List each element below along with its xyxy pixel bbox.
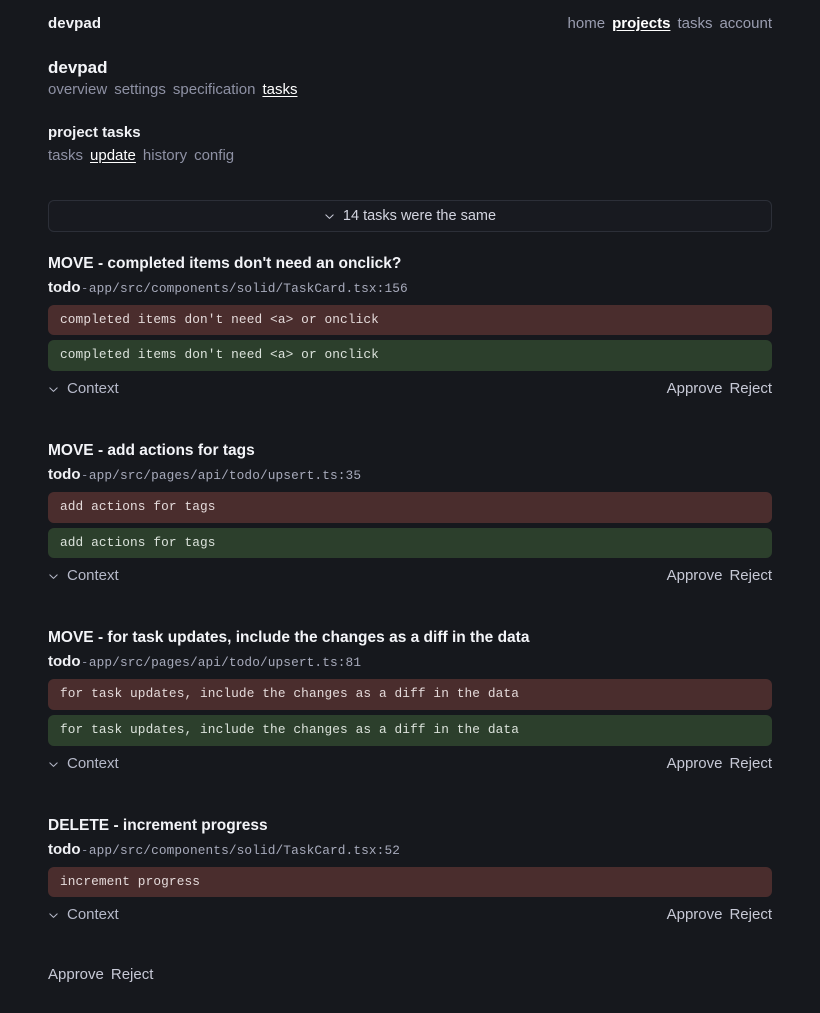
task-meta: todo - app/src/pages/api/todo/upsert.ts:81 <box>48 651 772 672</box>
diff-line-removed: increment progress <box>48 866 772 898</box>
page-actions: Approve Reject <box>48 966 772 1013</box>
reject-button[interactable]: Reject <box>729 380 772 397</box>
section-header: project tasks tasks update history confi… <box>48 123 772 164</box>
tab-update[interactable]: update <box>90 147 136 164</box>
approve-button[interactable]: Approve <box>667 380 723 397</box>
page-root: devpad home projects tasks account devpa… <box>0 0 820 1013</box>
approve-reject-group: Approve Reject <box>667 380 772 397</box>
same-tasks-banner[interactable]: 14 tasks were the same <box>48 199 772 232</box>
tab-tasks[interactable]: tasks <box>48 147 83 164</box>
diff-line-removed: for task updates, include the changes as… <box>48 679 772 711</box>
topnav-item-tasks[interactable]: tasks <box>677 15 712 32</box>
context-toggle[interactable]: Context <box>48 906 119 923</box>
reject-button[interactable]: Reject <box>729 567 772 584</box>
chevron-down-icon <box>48 384 59 395</box>
task-card-actions: Context Approve Reject <box>48 380 772 397</box>
topnav-item-account[interactable]: account <box>719 15 772 32</box>
context-toggle[interactable]: Context <box>48 380 119 397</box>
task-card: DELETE - increment progress todo - app/src… <box>48 816 772 946</box>
chevron-down-icon <box>48 571 59 582</box>
approve-reject-group: Approve Reject <box>667 567 772 584</box>
task-meta-separator: - <box>82 467 87 482</box>
section-tabs: tasks update history config <box>48 147 772 164</box>
approve-button[interactable]: Approve <box>667 567 723 584</box>
task-meta-separator: - <box>82 841 87 857</box>
task-meta: todo - app/src/components/solid/TaskCard.t… <box>48 277 772 298</box>
task-card: MOVE - completed items don't need an onc… <box>48 254 772 419</box>
tab-config[interactable]: config <box>194 147 234 164</box>
reject-button[interactable]: Reject <box>729 755 772 772</box>
top-nav: home projects tasks account <box>568 15 772 32</box>
task-title: MOVE - completed items don't need an onc… <box>48 254 402 272</box>
subnav-item-overview[interactable]: overview <box>48 81 107 98</box>
approve-reject-group: Approve Reject <box>667 755 772 772</box>
task-list: MOVE - completed items don't need an onc… <box>48 254 772 946</box>
reject-button[interactable]: Reject <box>729 906 772 923</box>
diff-line-removed: add actions for tags <box>48 492 772 523</box>
project-header: devpad overview settings specification t… <box>48 57 772 98</box>
task-diff-list: for task updates, include the changes as… <box>48 679 772 746</box>
task-card: MOVE - for task updates, include the cha… <box>48 628 772 793</box>
approve-all-button[interactable]: Approve <box>48 966 104 983</box>
task-tag: todo <box>48 653 81 671</box>
task-path: app/src/pages/api/todo/upsert.ts:35 <box>88 468 362 483</box>
task-path: app/src/components/solid/TaskCard.tsx:52 <box>88 842 401 858</box>
context-toggle-label: Context <box>67 567 119 585</box>
subnav-item-settings[interactable]: settings <box>114 81 166 98</box>
task-tag: todo <box>48 466 81 483</box>
task-path: app/src/components/solid/TaskCard.tsx:15… <box>88 280 408 296</box>
approve-button[interactable]: Approve <box>667 906 723 923</box>
chevron-down-icon <box>324 211 335 222</box>
context-toggle-label: Context <box>67 754 119 772</box>
task-diff-list: increment progress <box>48 866 772 898</box>
context-toggle[interactable]: Context <box>48 755 119 772</box>
task-diff-list: add actions for tags add actions for tag… <box>48 492 772 559</box>
subnav-item-tasks[interactable]: tasks <box>262 81 297 98</box>
top-bar: devpad home projects tasks account <box>48 0 772 32</box>
tab-history[interactable]: history <box>143 147 187 164</box>
same-tasks-banner-label: 14 tasks were the same <box>342 207 497 224</box>
context-toggle[interactable]: Context <box>48 567 119 584</box>
task-card-actions: Context Approve Reject <box>48 906 772 923</box>
task-card: MOVE - add actions for tags todo - app/src… <box>48 441 772 606</box>
project-title: devpad <box>48 58 108 77</box>
chevron-down-icon <box>48 759 59 770</box>
chevron-down-icon <box>48 910 59 921</box>
task-card-actions: Context Approve Reject <box>48 567 772 584</box>
approve-button[interactable]: Approve <box>667 755 723 772</box>
task-meta-separator: - <box>82 654 87 670</box>
topnav-item-projects[interactable]: projects <box>612 15 670 32</box>
task-title: MOVE - add actions for tags <box>48 442 255 460</box>
task-meta: todo - app/src/pages/api/todo/upsert.ts:35 <box>48 464 772 485</box>
task-card-actions: Context Approve Reject <box>48 755 772 772</box>
context-toggle-label: Context <box>67 380 119 398</box>
approve-reject-group: Approve Reject <box>667 906 772 923</box>
diff-line-added: completed items don't need <a> or onclic… <box>48 340 772 372</box>
diff-line-added: add actions for tags <box>48 527 772 559</box>
topnav-item-home[interactable]: home <box>568 15 606 32</box>
task-title: MOVE - for task updates, include the cha… <box>48 629 530 647</box>
reject-all-button[interactable]: Reject <box>111 966 154 983</box>
context-toggle-label: Context <box>67 906 119 924</box>
task-path: app/src/pages/api/todo/upsert.ts:81 <box>88 655 362 671</box>
project-subnav: overview settings specification tasks <box>48 81 772 98</box>
subnav-item-specification[interactable]: specification <box>173 81 256 98</box>
task-diff-list: completed items don't need <a> or onclic… <box>48 304 772 372</box>
task-title: DELETE - increment progress <box>48 816 268 834</box>
task-tag: todo <box>48 840 81 858</box>
diff-line-added: for task updates, include the changes as… <box>48 715 772 746</box>
diff-line-removed: completed items don't need <a> or onclic… <box>48 304 772 336</box>
app-brand: devpad <box>48 15 102 32</box>
section-title: project tasks <box>48 124 141 142</box>
task-meta: todo - app/src/components/solid/TaskCard.t… <box>48 839 772 860</box>
task-tag: todo <box>48 278 81 296</box>
task-meta-separator: - <box>82 279 87 295</box>
